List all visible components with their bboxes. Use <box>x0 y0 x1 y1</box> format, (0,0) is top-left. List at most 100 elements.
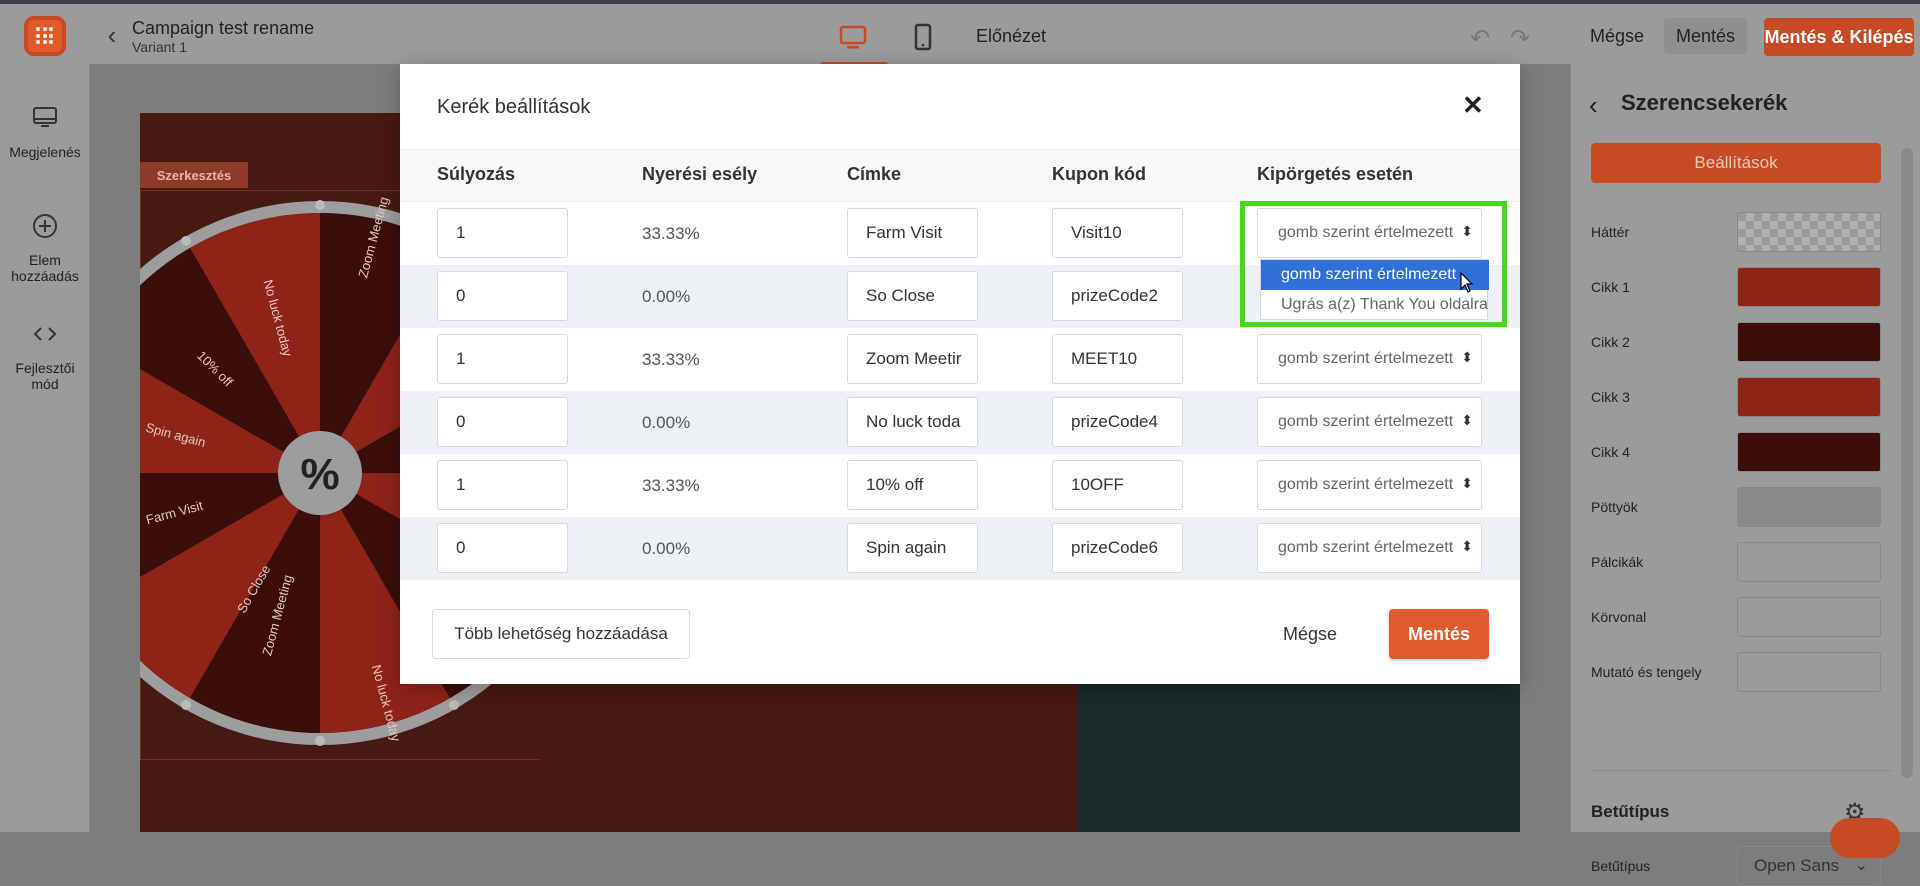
sidebar-item-developer-mode[interactable]: Fejlesztői mód <box>0 320 90 392</box>
undo-icon[interactable]: ↶ <box>1470 24 1490 53</box>
modal-title: Kerék beállítások <box>437 96 591 118</box>
save-and-exit-button[interactable]: Mentés & Kilépés <box>1764 18 1914 56</box>
top-cancel-button[interactable]: Mégse <box>1572 18 1662 54</box>
column-header-on-spin: Kipörgetés esetén <box>1257 164 1414 184</box>
label-input[interactable]: No luck toda <box>847 397 978 447</box>
select-arrows-icon: ⬍ <box>1461 412 1473 429</box>
weight-input[interactable]: 0 <box>437 523 568 573</box>
label-input[interactable]: Farm Visit <box>847 208 978 258</box>
column-header-chance: Nyerési esély <box>642 164 758 184</box>
slice-2-color-swatch[interactable] <box>1737 322 1881 362</box>
mouse-cursor-icon <box>1460 272 1474 293</box>
label-input[interactable]: 10% off <box>847 460 978 510</box>
select-arrows-icon: ⬍ <box>1461 475 1473 492</box>
pointer-axis-color-swatch[interactable] <box>1737 652 1881 692</box>
weight-input[interactable]: 1 <box>437 208 568 258</box>
slice-1-color-swatch[interactable] <box>1737 267 1881 307</box>
plus-circle-icon <box>0 212 90 246</box>
on-spin-select[interactable]: gomb szerint értelmezett ⬍ <box>1257 460 1482 510</box>
slice-4-color-swatch[interactable] <box>1737 432 1881 472</box>
redo-icon[interactable]: ↷ <box>1510 24 1530 53</box>
slice-3-color-swatch[interactable] <box>1737 377 1881 417</box>
column-header-weight: Súlyozás <box>437 164 516 184</box>
app-logo[interactable] <box>24 16 66 56</box>
coupon-input[interactable]: prizeCode6 <box>1052 523 1183 573</box>
dots-color-swatch[interactable] <box>1737 487 1881 527</box>
back-arrow-icon[interactable]: ‹ <box>100 22 124 48</box>
select-arrows-icon: ⬍ <box>1461 538 1473 555</box>
outline-color-swatch[interactable] <box>1737 597 1881 637</box>
on-spin-select[interactable]: gomb szerint értelmezett ⬍ <box>1257 523 1482 573</box>
coupon-input[interactable]: prizeCode2 <box>1052 271 1183 321</box>
sticks-label: Pálcikák <box>1591 554 1644 570</box>
preview-button[interactable]: Előnézet <box>976 26 1046 47</box>
right-settings-panel: ‹ Szerencsekerék Beállítások Háttér Cikk… <box>1570 64 1920 886</box>
on-spin-dropdown-list: gomb szerint értelmezett Ugrás a(z) Than… <box>1260 259 1489 320</box>
table-row: 1 33.33% 10% off 10OFF gomb szerint érte… <box>400 454 1520 517</box>
settings-button[interactable]: Beállítások <box>1591 143 1881 183</box>
win-chance: 0.00% <box>642 539 691 558</box>
background-color-swatch[interactable] <box>1737 212 1881 252</box>
sticks-color-swatch[interactable] <box>1737 542 1881 582</box>
weight-input[interactable]: 0 <box>437 271 568 321</box>
panel-back-icon[interactable]: ‹ <box>1589 90 1598 121</box>
edit-tag[interactable]: Szerkesztés <box>140 162 248 188</box>
help-bubble[interactable] <box>1830 818 1900 858</box>
dropdown-option-thank-you[interactable]: Ugrás a(z) Thank You oldalra <box>1261 290 1489 320</box>
font-select-value: Open Sans <box>1754 856 1840 875</box>
left-sidebar: Megjelenés Elem hozzáadás Fejlesztői mód <box>0 64 90 832</box>
campaign-title: Campaign test rename <box>132 18 315 38</box>
mobile-device-icon[interactable] <box>908 22 938 52</box>
desktop-device-icon[interactable] <box>838 22 868 52</box>
add-more-options-button[interactable]: Több lehetőség hozzáadása <box>432 609 690 659</box>
on-spin-select-value: gomb szerint értelmezett <box>1278 413 1454 430</box>
close-icon[interactable]: ✕ <box>1462 92 1484 118</box>
slice-3-label: Cikk 3 <box>1591 389 1630 405</box>
coupon-input[interactable]: Visit10 <box>1052 208 1183 258</box>
label-input[interactable]: Spin again <box>847 523 978 573</box>
label-input[interactable]: Zoom Meetir <box>847 334 978 384</box>
dropdown-option-default[interactable]: gomb szerint értelmezett <box>1261 260 1489 290</box>
label-input[interactable]: So Close <box>847 271 978 321</box>
sidebar-item-label: Megjelenés <box>9 144 81 160</box>
panel-scrollbar[interactable] <box>1901 148 1913 778</box>
background-label: Háttér <box>1591 224 1630 240</box>
coupon-input[interactable]: 10OFF <box>1052 460 1183 510</box>
table-row: 0 0.00% No luck toda prizeCode4 gomb sze… <box>400 391 1520 454</box>
win-chance: 33.33% <box>642 350 700 369</box>
win-chance: 0.00% <box>642 287 691 306</box>
slice-1-label: Cikk 1 <box>1591 279 1630 295</box>
weight-input[interactable]: 1 <box>437 460 568 510</box>
modal-cancel-button[interactable]: Mégse <box>1270 609 1350 659</box>
coupon-input[interactable]: MEET10 <box>1052 334 1183 384</box>
table-row: 1 33.33% Zoom Meetir MEET10 gomb szerint… <box>400 328 1520 391</box>
weight-input[interactable]: 0 <box>437 397 568 447</box>
font-label: Betűtípus <box>1591 858 1651 874</box>
slice-2-label: Cikk 2 <box>1591 334 1630 350</box>
on-spin-select-value: gomb szerint értelmezett <box>1278 350 1454 367</box>
panel-divider <box>1591 770 1891 771</box>
campaign-variant: Variant 1 <box>132 39 187 55</box>
sidebar-item-label: Elem hozzáadás <box>11 252 79 284</box>
outline-label: Körvonal <box>1591 609 1647 625</box>
column-header-coupon: Kupon kód <box>1052 164 1146 184</box>
slice-4-label: Cikk 4 <box>1591 444 1630 460</box>
coupon-input[interactable]: prizeCode4 <box>1052 397 1183 447</box>
select-arrows-icon: ⬍ <box>1461 349 1473 366</box>
panel-title: Szerencsekerék <box>1621 90 1788 115</box>
dots-label: Pöttyök <box>1591 499 1638 515</box>
font-section-title: Betűtípus <box>1591 802 1670 821</box>
modal-save-button[interactable]: Mentés <box>1389 609 1489 659</box>
on-spin-select[interactable]: gomb szerint értelmezett ⬍ <box>1257 334 1482 384</box>
win-chance: 33.33% <box>642 476 700 495</box>
weight-input[interactable]: 1 <box>437 334 568 384</box>
on-spin-select[interactable]: gomb szerint értelmezett ⬍ <box>1257 397 1482 447</box>
top-bar: ‹ Campaign test rename Variant 1 Előnéze… <box>0 4 1920 68</box>
wheel-settings-modal: Kerék beállítások ✕ Súlyozás Nyerési esé… <box>400 64 1520 684</box>
sidebar-item-appearance[interactable]: Megjelenés <box>0 104 90 160</box>
top-save-button[interactable]: Mentés <box>1664 18 1748 54</box>
wheel-center-label: % <box>300 450 339 499</box>
on-spin-select-value: gomb szerint értelmezett <box>1278 539 1454 556</box>
sidebar-item-add-element[interactable]: Elem hozzáadás <box>0 212 90 284</box>
code-icon <box>0 320 90 354</box>
